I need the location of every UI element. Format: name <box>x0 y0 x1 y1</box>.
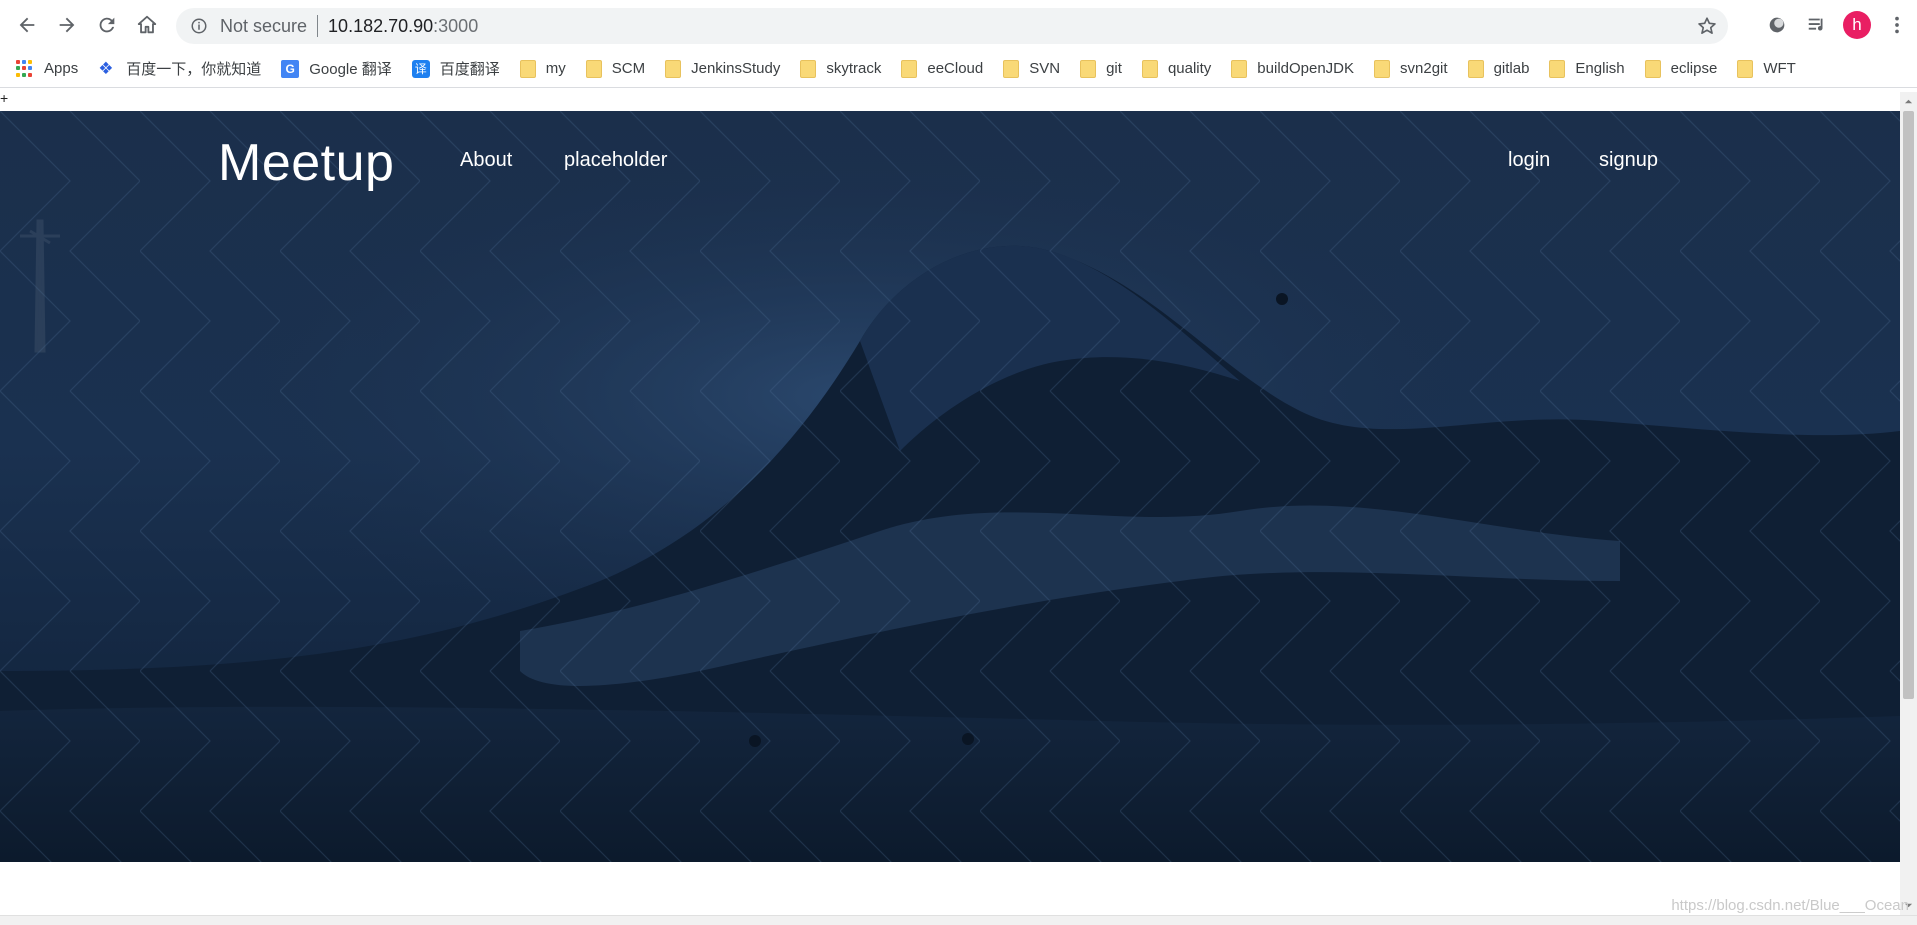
forward-button[interactable] <box>47 5 87 45</box>
toolbar-right: h <box>1757 0 1917 50</box>
menu-button[interactable] <box>1877 5 1917 45</box>
folder-icon <box>585 59 602 78</box>
brand-logo[interactable]: Meetup <box>218 133 394 193</box>
bookmark-label: svn2git <box>1400 60 1448 77</box>
folder-icon <box>1549 59 1566 78</box>
bookmarks-bar: Apps ❖ 百度一下，你就知道 G Google 翻译 译 百度翻译 my S… <box>0 50 1917 88</box>
browser-toolbar: Not secure 10.182.70.90:3000 h <box>0 0 1917 50</box>
bookmark-folder-git[interactable]: git <box>1080 59 1122 78</box>
extension-circle-icon <box>1769 17 1785 33</box>
bookmark-label: Apps <box>44 60 79 77</box>
bookmark-folder-buildopenjdk[interactable]: buildOpenJDK <box>1231 59 1355 78</box>
folder-icon <box>800 59 817 78</box>
bookmark-label: git <box>1106 60 1122 77</box>
bookmark-folder-scm[interactable]: SCM <box>585 59 646 78</box>
bookmark-label: gitlab <box>1493 60 1530 77</box>
bookmark-baidu-translate[interactable]: 译 百度翻译 <box>411 58 500 79</box>
more-vert-icon <box>1895 16 1899 34</box>
nav-link-login[interactable]: login <box>1508 149 1550 172</box>
divider <box>317 15 319 37</box>
folder-icon <box>519 59 536 78</box>
playlist-icon <box>1808 18 1823 31</box>
url-port: :3000 <box>433 15 479 36</box>
folder-icon <box>1374 59 1391 78</box>
folder-icon <box>1231 59 1248 78</box>
bookmark-label: Google 翻译 <box>309 61 392 78</box>
bookmark-label: English <box>1575 60 1625 77</box>
vertical-scrollbar[interactable] <box>1900 92 1917 915</box>
folder-icon <box>1080 59 1097 78</box>
bookmark-folder-svn2git[interactable]: svn2git <box>1374 59 1448 78</box>
folder-icon <box>1141 59 1158 78</box>
nav-link-about[interactable]: About <box>460 149 512 172</box>
bookmark-label: my <box>545 60 566 77</box>
bookmark-label: JenkinsStudy <box>691 60 781 77</box>
baidu-translate-icon: 译 <box>411 59 430 78</box>
bookmark-label: 百度翻译 <box>439 61 500 78</box>
bookmark-label: eclipse <box>1670 60 1718 77</box>
bookmark-apps[interactable]: Apps <box>16 59 79 78</box>
hero-wave-image <box>0 111 1900 862</box>
hero-banner: Meetup About placeholder login signup <box>0 111 1900 862</box>
bookmark-label: 百度一下，你就知道 <box>126 61 262 78</box>
folder-icon <box>901 59 918 78</box>
security-label: Not secure <box>220 15 308 36</box>
bookmark-label: buildOpenJDK <box>1257 60 1355 77</box>
bookmark-google-translate[interactable]: G Google 翻译 <box>281 58 392 79</box>
nav-link-placeholder[interactable]: placeholder <box>564 149 667 172</box>
bookmark-label: skytrack <box>826 60 882 77</box>
star-bookmark-icon[interactable] <box>1696 15 1718 37</box>
bookmark-label: eeCloud <box>927 60 984 77</box>
bookmark-folder-jenkinsstudy[interactable]: JenkinsStudy <box>665 59 781 78</box>
bookmark-folder-eclipse[interactable]: eclipse <box>1644 59 1718 78</box>
nav-link-signup[interactable]: signup <box>1599 149 1658 172</box>
bookmark-label: SVN <box>1029 60 1061 77</box>
back-button[interactable] <box>7 5 47 45</box>
folder-icon <box>1737 59 1754 78</box>
arrow-right-icon <box>59 17 75 33</box>
scroll-up-arrow-icon[interactable] <box>1904 97 1913 106</box>
bookmark-label: quality <box>1167 60 1212 77</box>
reload-icon <box>99 17 115 33</box>
bookmark-folder-skytrack[interactable]: skytrack <box>800 59 882 78</box>
reload-button[interactable] <box>87 5 127 45</box>
url-host: 10.182.70.90 <box>328 15 434 36</box>
home-button[interactable] <box>127 5 167 45</box>
bookmark-folder-quality[interactable]: quality <box>1141 59 1212 78</box>
apps-grid-icon <box>16 59 34 78</box>
bookmark-folder-svn[interactable]: SVN <box>1003 59 1061 78</box>
arrow-left-icon <box>19 17 35 33</box>
profile-avatar[interactable]: h <box>1843 11 1871 39</box>
bookmark-baidu[interactable]: ❖ 百度一下，你就知道 <box>98 58 261 79</box>
bookmark-label: WFT <box>1763 60 1796 77</box>
page-top-marker: + <box>0 90 9 106</box>
extension-button[interactable] <box>1757 5 1797 45</box>
baidu-paw-icon: ❖ <box>98 58 114 78</box>
scrollbar-thumb[interactable] <box>1903 111 1914 699</box>
bookmark-label: SCM <box>611 60 646 77</box>
bookmark-folder-english[interactable]: English <box>1549 59 1625 78</box>
media-control-button[interactable] <box>1797 5 1837 45</box>
google-translate-icon: G <box>281 59 300 78</box>
folder-icon <box>1003 59 1020 78</box>
folder-icon <box>1467 59 1484 78</box>
folder-icon <box>665 59 682 78</box>
bookmark-folder-gitlab[interactable]: gitlab <box>1467 59 1530 78</box>
home-icon <box>137 15 157 34</box>
bookmark-folder-wft[interactable]: WFT <box>1737 59 1796 78</box>
info-icon[interactable] <box>188 15 210 37</box>
address-bar[interactable]: Not secure 10.182.70.90:3000 <box>176 8 1728 44</box>
bookmark-folder-eecloud[interactable]: eeCloud <box>901 59 984 78</box>
bottom-status-strip <box>0 915 1917 925</box>
folder-icon <box>1644 59 1661 78</box>
bookmark-folder-my[interactable]: my <box>519 59 566 78</box>
watermark-text: https://blog.csdn.net/Blue___Ocean <box>1671 897 1909 914</box>
